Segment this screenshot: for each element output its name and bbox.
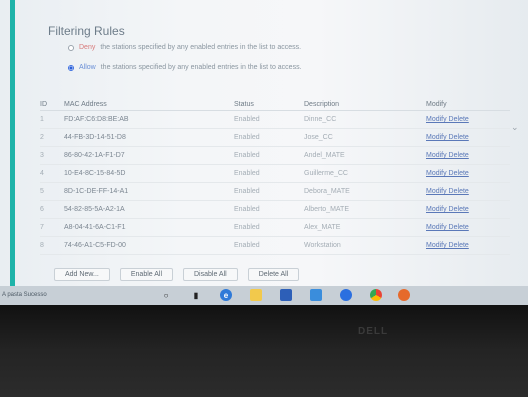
row-description: Alex_MATE (304, 224, 341, 231)
row-id: 5 (40, 188, 44, 195)
monitor-bezel (0, 305, 528, 397)
row-modify-link[interactable]: Modify Delete (426, 188, 510, 195)
chevron-down-icon[interactable]: ⌄ (511, 122, 519, 133)
chrome-icon[interactable] (370, 289, 382, 301)
col-mac: MAC Address (64, 100, 107, 108)
row-modify-link[interactable]: Modify Delete (426, 242, 510, 249)
table-header: ID MAC Address Status Description Modify (40, 98, 510, 111)
row-id: 8 (40, 242, 44, 249)
search-icon[interactable]: ○ (160, 289, 172, 301)
col-modify: Modify (426, 100, 447, 108)
row-id: 1 (40, 116, 44, 123)
table-row: 4 10-E4-8C-15-84-5D Enabled Guillerme_CC Mod… (40, 165, 510, 183)
delete-all-button[interactable]: Delete All (247, 268, 300, 281)
firefox-icon[interactable] (398, 289, 410, 301)
row-description: Guillerme_CC (304, 170, 348, 177)
row-description: Workstation (304, 242, 341, 249)
row-status: Enabled (234, 152, 260, 159)
row-status: Enabled (234, 224, 260, 231)
row-id: 4 (40, 170, 44, 177)
deny-radio[interactable] (68, 44, 74, 51)
browser-icon[interactable] (340, 289, 352, 301)
task-view-icon[interactable]: ▮ (190, 289, 202, 301)
row-mac: 8D-1C-DE-FF-14-A1 (64, 188, 129, 195)
row-modify-link[interactable]: Modify Delete (426, 224, 510, 231)
disable-all-button[interactable]: Disable All (183, 268, 238, 281)
allow-option[interactable]: Allow the stations specified by any enab… (68, 64, 302, 71)
col-id: ID (40, 100, 47, 108)
row-description: Debora_MATE (304, 188, 350, 195)
row-description: Dinne_CC (304, 116, 337, 123)
deny-text: the stations specified by any enabled en… (100, 44, 302, 51)
row-id: 3 (40, 152, 44, 159)
row-mac: 74-46-A1-C5-FD-00 (64, 242, 126, 249)
allow-label: Allow (79, 64, 96, 71)
table-row: 5 8D-1C-DE-FF-14-A1 Enabled Debora_MATE Modi… (40, 183, 510, 201)
add-new-button[interactable]: Add New... (54, 268, 110, 281)
table-row: 3 86-80-42-1A-F1-D7 Enabled Andel_MATE Modif… (40, 147, 510, 165)
deny-option[interactable]: Deny the stations specified by any enabl… (68, 44, 301, 51)
row-mac: 86-80-42-1A-F1-D7 (64, 152, 125, 159)
row-modify-link[interactable]: Modify Delete (426, 170, 510, 177)
allow-radio[interactable] (68, 64, 74, 71)
col-status: Status (234, 100, 254, 108)
row-modify-link[interactable]: Modify Delete (426, 134, 510, 141)
allow-text: the stations specified by any enabled en… (100, 64, 302, 71)
enable-all-button[interactable]: Enable All (119, 268, 173, 281)
table-row: 1 FD:AF:C6:D8:BE:AB Enabled Dinne_CC Modify … (40, 111, 510, 129)
row-modify-link[interactable]: Modify Delete (426, 116, 510, 123)
row-mac: A8-04-41-6A-C1-F1 (64, 224, 126, 231)
row-mac: FD:AF:C6:D8:BE:AB (64, 116, 129, 123)
row-id: 7 (40, 224, 44, 231)
col-description: Description (304, 100, 340, 108)
dell-logo: DELL (358, 326, 389, 337)
row-mac: 54-82-85-5A-A2-1A (64, 206, 125, 213)
screen: Filtering Rules Deny the stations specif… (0, 0, 528, 305)
row-description: Alberto_MATE (304, 206, 349, 213)
row-modify-link[interactable]: Modify Delete (426, 206, 510, 213)
mail-icon[interactable] (310, 289, 322, 301)
row-mac: 10-E4-8C-15-84-5D (64, 170, 126, 177)
page-title: Filtering Rules (48, 24, 125, 38)
table-row: 8 74-46-A1-C5-FD-00 Enabled Workstation Modi… (40, 237, 510, 255)
row-status: Enabled (234, 242, 260, 249)
row-id: 6 (40, 206, 44, 213)
row-description: Andel_MATE (304, 152, 345, 159)
table-row: 7 A8-04-41-6A-C1-F1 Enabled Alex_MATE Modify… (40, 219, 510, 237)
edge-icon[interactable]: e (220, 289, 232, 301)
row-id: 2 (40, 134, 44, 141)
row-status: Enabled (234, 206, 260, 213)
table-actions: Add New... Enable All Disable All Delete… (54, 268, 300, 281)
row-modify-link[interactable]: Modify Delete (426, 152, 510, 159)
row-status: Enabled (234, 116, 260, 123)
store-icon[interactable] (280, 289, 292, 301)
status-text: A pasta Sucesso (2, 292, 47, 298)
deny-label: Deny (79, 44, 96, 51)
table-row: 6 54-82-85-5A-A2-1A Enabled Alberto_MATE Mod… (40, 201, 510, 219)
row-status: Enabled (234, 134, 260, 141)
mac-filter-table: ID MAC Address Status Description Modify… (40, 98, 510, 255)
row-description: Jose_CC (304, 134, 333, 141)
row-status: Enabled (234, 188, 260, 195)
file-explorer-icon[interactable] (250, 289, 262, 301)
taskbar: A pasta Sucesso ○ ▮ e (0, 286, 528, 305)
row-mac: 44-FB-3D-14-51-D8 (64, 134, 126, 141)
table-row: 2 44-FB-3D-14-51-D8 Enabled Jose_CC Modify D… (40, 129, 510, 147)
row-status: Enabled (234, 170, 260, 177)
left-accent-rail (10, 0, 15, 290)
